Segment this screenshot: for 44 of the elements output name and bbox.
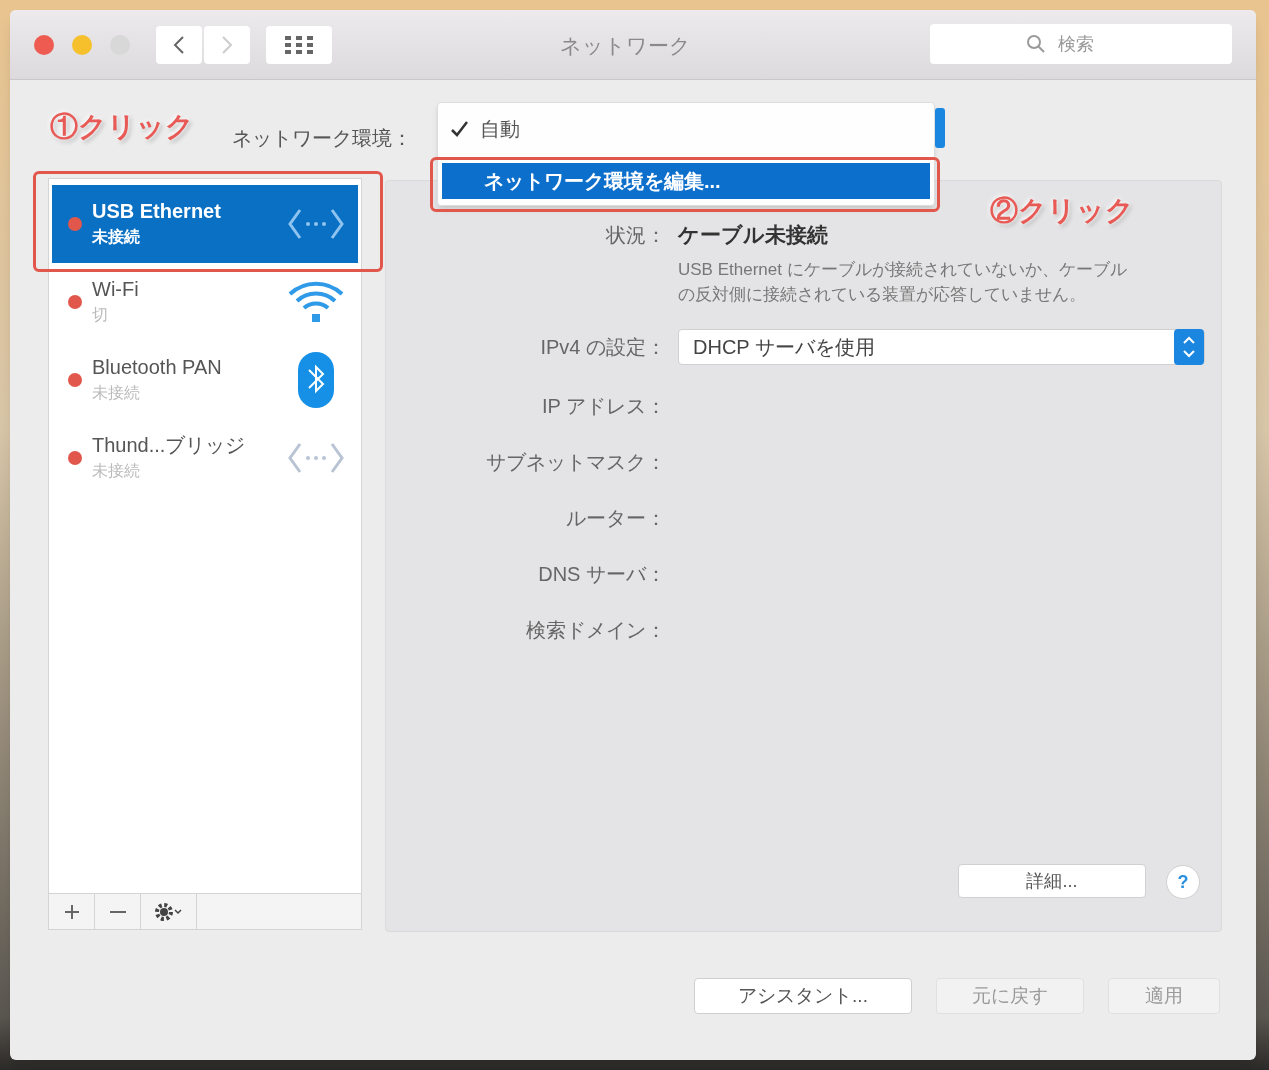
location-label: ネットワーク環境：	[232, 126, 412, 151]
callout-label: ①クリック	[50, 110, 194, 144]
back-icon	[173, 34, 185, 55]
plus-icon	[63, 903, 80, 920]
wifi-icon	[286, 280, 346, 324]
status-value: ケーブル未接続	[678, 222, 829, 248]
field-label: IP アドレス：	[540, 393, 666, 419]
bluetooth-icon	[296, 351, 336, 409]
callout-label: ②クリック	[990, 194, 1134, 228]
service-name: Bluetooth PAN	[92, 355, 223, 380]
service-status: 未接続	[92, 461, 141, 481]
search-field[interactable]: 検索	[930, 24, 1232, 64]
service-item[interactable]: USB Ethernet 未接続	[52, 185, 358, 263]
status-label: 状況：	[605, 222, 666, 248]
menu-item[interactable]: 自動	[438, 111, 934, 147]
ipv4-label: IPv4 の設定：	[539, 334, 666, 360]
minus-icon	[109, 910, 126, 913]
field-label: ルーター：	[565, 505, 666, 531]
gear-icon	[153, 901, 184, 922]
service-name: USB Ethernet	[92, 199, 222, 224]
show-all-button[interactable]	[266, 25, 332, 64]
window-title: ネットワーク	[560, 33, 691, 59]
service-status: 未接続	[92, 383, 141, 403]
service-status: 切	[92, 305, 109, 325]
service-item[interactable]: Thund...ブリッジ 未接続	[52, 419, 358, 497]
service-status: 未接続	[92, 227, 141, 247]
back-button[interactable]	[156, 25, 202, 64]
service-item[interactable]: Wi-Fi 切	[52, 263, 358, 341]
menu-item[interactable]: ネットワーク環境を編集...	[442, 163, 930, 199]
checkmark-icon	[450, 120, 470, 138]
dialog-button[interactable]: アシスタント...	[694, 978, 912, 1014]
advanced-button[interactable]: 詳細...	[958, 864, 1146, 898]
field-label: 検索ドメイン：	[525, 617, 666, 643]
field-label: DNS サーバ：	[537, 561, 666, 587]
close-button[interactable]	[34, 34, 54, 55]
field-label: サブネットマスク：	[485, 449, 666, 475]
service-name: Thund...ブリッジ	[92, 433, 247, 458]
grid-icon	[285, 35, 313, 54]
service-item[interactable]: Bluetooth PAN 未接続	[52, 341, 358, 419]
ipv4-dropdown[interactable]: DHCP サーバを使用	[678, 328, 1205, 365]
status-description: USB Ethernet にケーブルが接続されていないか、ケーブルの反対側に接続されている装置が応答していません。	[678, 258, 1128, 306]
search-icon	[1026, 34, 1046, 54]
service-name: Wi-Fi	[92, 277, 140, 302]
forward-icon	[221, 34, 233, 55]
